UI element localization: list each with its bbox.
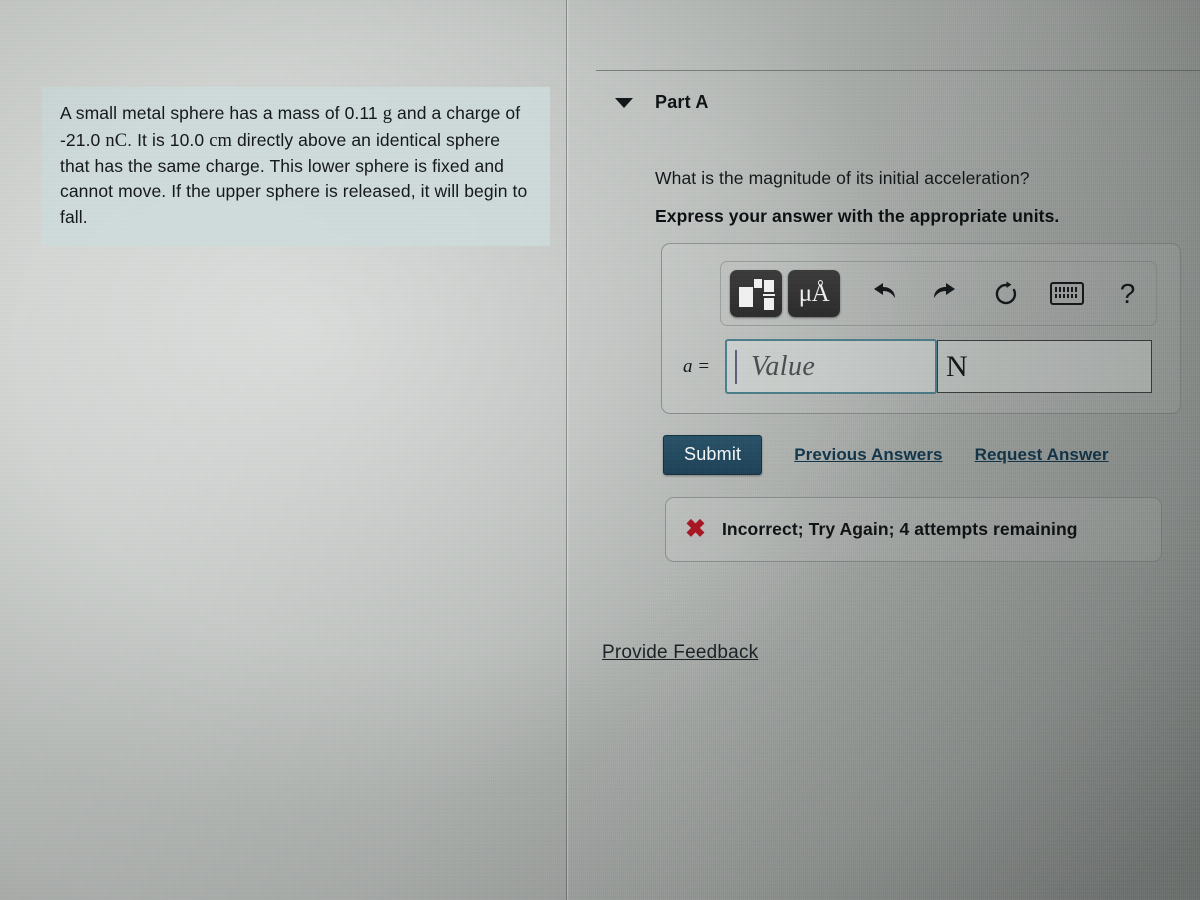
part-a-title: Part A <box>655 92 709 112</box>
action-row: Submit Previous Answers Request Answer <box>663 435 1109 475</box>
value-placeholder: Value <box>751 350 816 382</box>
text-caret <box>735 349 737 384</box>
problem-text-c: . It is 10.0 <box>127 129 210 150</box>
keyboard-icon[interactable] <box>1039 270 1094 317</box>
problem-charge-unit: nC <box>105 130 128 151</box>
provide-feedback-link[interactable]: Provide Feedback <box>602 642 758 664</box>
variable-label: a = <box>683 355 711 377</box>
units-icon[interactable]: μÅ <box>788 270 840 317</box>
help-question-mark: ? <box>1119 277 1136 309</box>
problem-mass-unit: g <box>382 104 393 124</box>
problem-statement: A small metal sphere has a mass of 0.11 … <box>42 87 550 246</box>
photographed-screen: A small metal sphere has a mass of 0.11 … <box>0 0 1200 900</box>
units-value: N <box>946 349 968 383</box>
submit-button[interactable]: Submit <box>663 435 763 475</box>
answer-input-row: a = Value N <box>679 338 1169 395</box>
incorrect-feedback-banner: ✖ Incorrect; Try Again; 4 attempts remai… <box>665 497 1162 562</box>
mu-angstrom-label: μÅ <box>798 280 830 307</box>
reset-icon[interactable] <box>978 270 1033 317</box>
pane-divider <box>566 0 567 900</box>
panel-top-rule <box>596 70 1200 71</box>
answer-value-input[interactable]: Value <box>725 339 937 394</box>
redo-icon[interactable] <box>917 270 972 317</box>
incorrect-message: Incorrect; Try Again; 4 attempts remaini… <box>721 519 1078 539</box>
part-a-header[interactable]: Part A <box>615 92 709 113</box>
x-mark-icon: ✖ <box>685 515 706 543</box>
problem-distance-unit: cm <box>209 130 233 151</box>
question-prompt: What is the magnitude of its initial acc… <box>655 168 1030 188</box>
answer-entry-panel: μÅ ? a = Value N <box>661 243 1181 414</box>
undo-icon[interactable] <box>856 270 911 317</box>
request-answer-link[interactable]: Request Answer <box>975 445 1109 465</box>
caret-down-icon[interactable] <box>615 97 633 108</box>
previous-answers-link[interactable]: Previous Answers <box>794 445 942 465</box>
equation-toolbar: μÅ ? <box>720 261 1157 326</box>
answer-instruction: Express your answer with the appropriate… <box>655 206 1060 226</box>
problem-text-a: A small metal sphere has a mass of 0.11 <box>60 103 383 123</box>
template-icon[interactable] <box>730 270 782 317</box>
answer-units-input[interactable]: N <box>937 340 1152 393</box>
help-icon[interactable]: ? <box>1100 270 1155 317</box>
